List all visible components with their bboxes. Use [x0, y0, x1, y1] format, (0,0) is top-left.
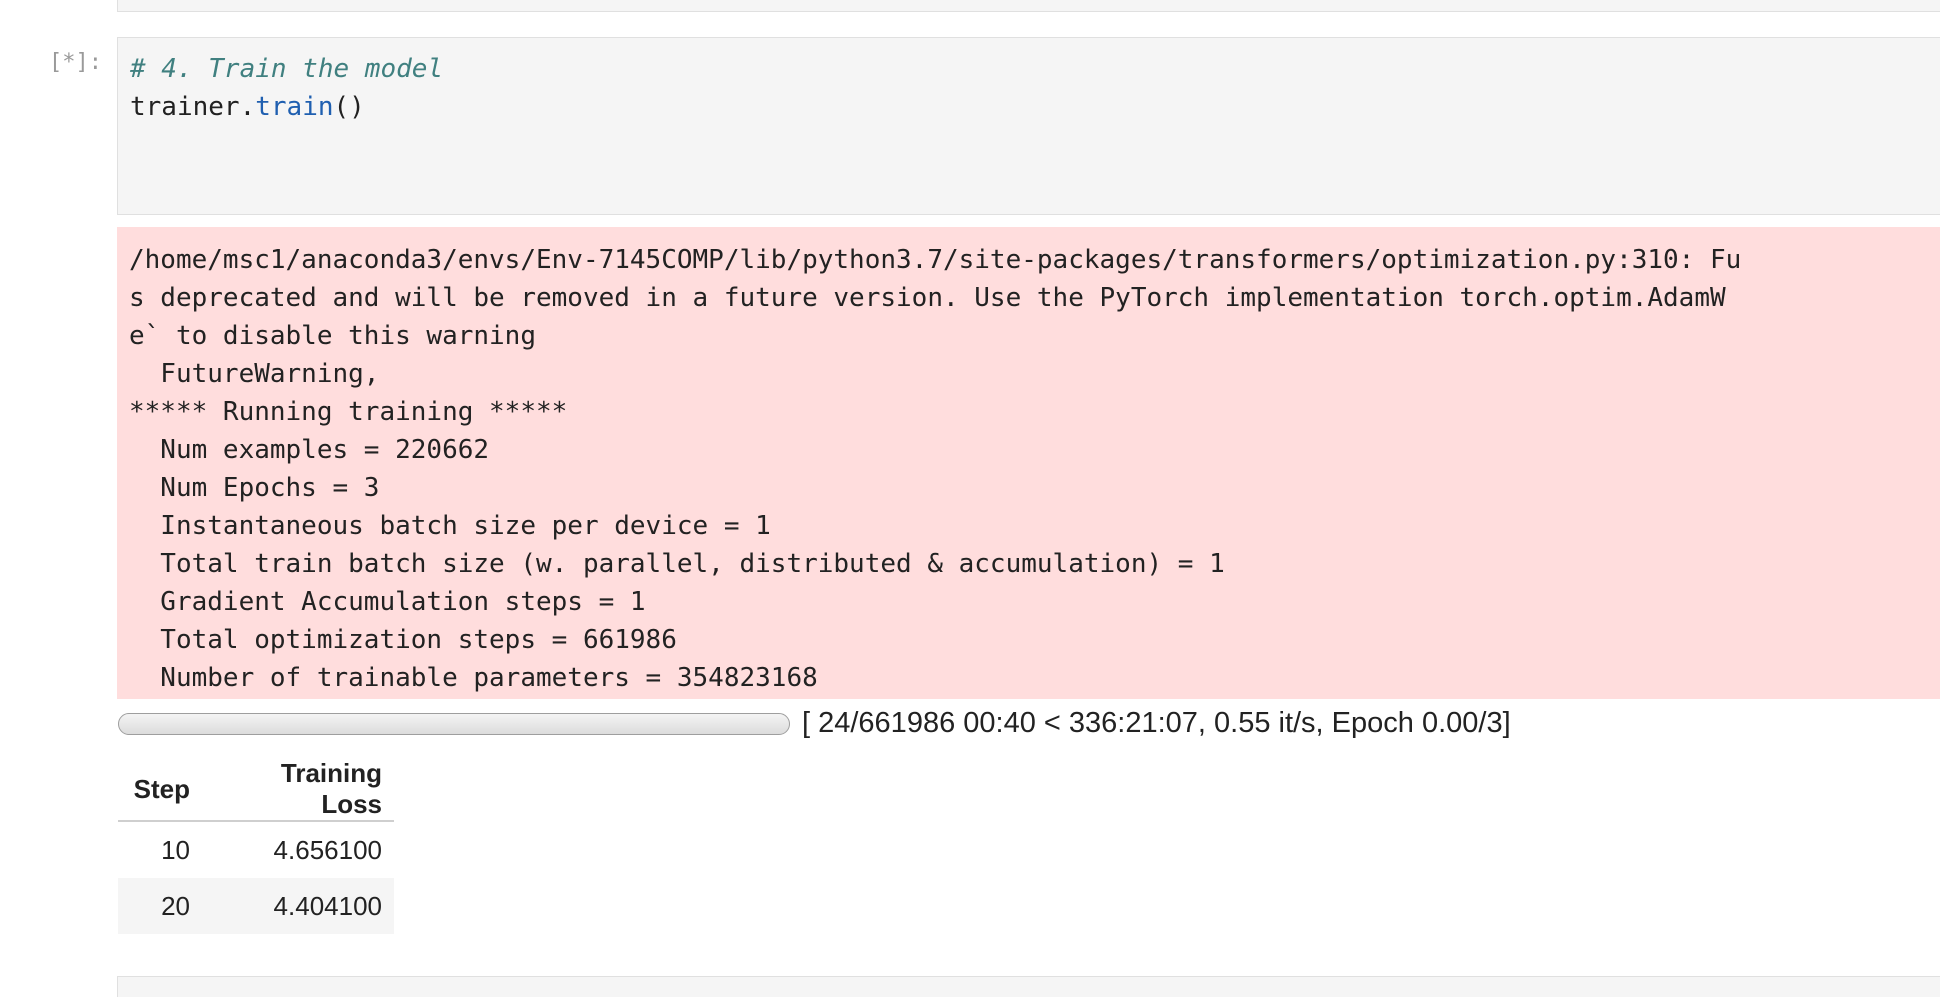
code-object: trainer.	[130, 92, 256, 122]
cell-prompt: [*]:	[49, 50, 102, 75]
training-progress-bar	[118, 713, 790, 735]
cell-training-loss: 4.404100	[204, 878, 394, 934]
stderr-line: Num examples = 220662	[129, 435, 490, 465]
stderr-line: s deprecated and will be removed in a fu…	[129, 283, 1726, 313]
cell-step: 20	[118, 878, 204, 934]
stderr-line: Gradient Accumulation steps = 1	[129, 587, 646, 617]
cell-training-loss: 4.656100	[273, 834, 382, 865]
table-header-row: Step Training Loss	[118, 758, 394, 822]
code-line-call: trainer.train()	[130, 88, 365, 126]
column-header-step: Step	[118, 758, 204, 822]
training-loss-table: Step Training Loss 10 4.656100 20 4.4041…	[118, 758, 394, 934]
next-cell-input[interactable]	[117, 976, 1940, 997]
stderr-line: Instantaneous batch size per device = 1	[129, 511, 771, 541]
stderr-line: ***** Running training *****	[129, 397, 568, 427]
column-header-training-loss: Training Loss	[204, 758, 394, 822]
stderr-output: /home/msc1/anaconda3/envs/Env-7145COMP/l…	[117, 227, 1940, 699]
stderr-line: Total train batch size (w. parallel, dis…	[129, 549, 1225, 579]
stderr-line: Num Epochs = 3	[129, 473, 380, 503]
stderr-line: FutureWarning,	[129, 359, 380, 389]
stderr-line: /home/msc1/anaconda3/envs/Env-7145COMP/l…	[129, 245, 1742, 275]
stderr-line: Total optimization steps = 661986	[129, 625, 677, 655]
code-function: train	[255, 92, 334, 122]
code-parens: ()	[333, 92, 365, 122]
previous-cell-input[interactable]	[117, 0, 1940, 12]
code-comment: # 4. Train the model	[130, 54, 444, 84]
table-row: 20 4.404100	[118, 878, 394, 934]
stderr-line: Number of trainable parameters = 3548231…	[129, 663, 818, 693]
code-line-comment: # 4. Train the model	[130, 50, 443, 88]
stderr-line: e` to disable this warning	[129, 321, 536, 351]
cell-step: 10	[161, 834, 190, 865]
code-cell-input[interactable]: # 4. Train the model trainer.train()	[117, 37, 1940, 215]
training-progress-text: [ 24/661986 00:40 < 336:21:07, 0.55 it/s…	[802, 707, 1511, 739]
table-row: 10 4.656100	[118, 821, 394, 878]
